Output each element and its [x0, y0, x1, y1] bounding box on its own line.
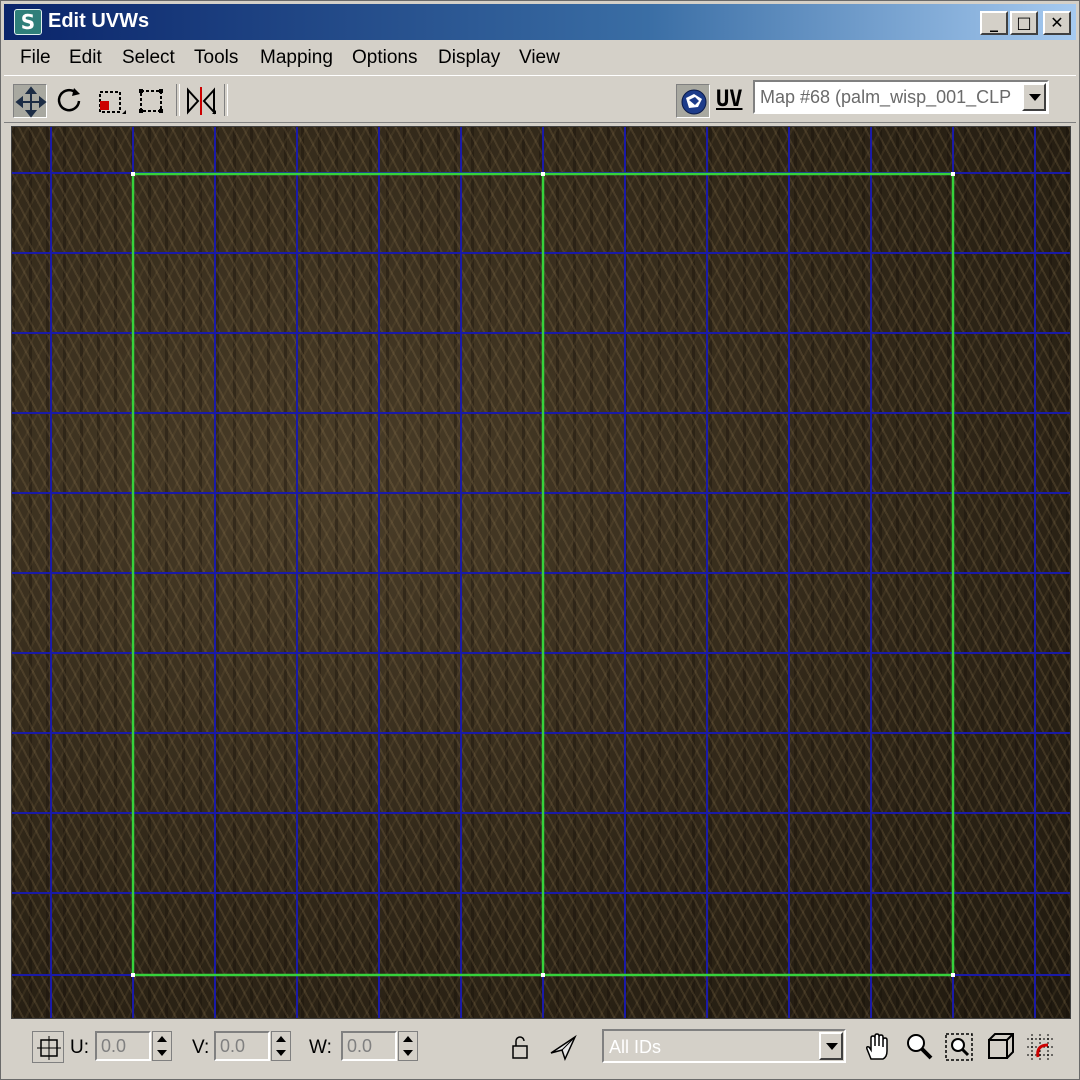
close-button[interactable]: ✕ [1043, 11, 1071, 35]
v-value: 0.0 [220, 1036, 246, 1056]
menu-file[interactable]: File [20, 47, 51, 69]
u-value: 0.0 [101, 1036, 127, 1056]
v-field[interactable]: 0.0 [214, 1031, 270, 1061]
w-spinner[interactable] [398, 1031, 418, 1061]
w-label: W: [309, 1037, 332, 1058]
menu-mapping[interactable]: Mapping [260, 47, 333, 69]
uv-viewport[interactable] [11, 126, 1071, 1019]
menu-tools[interactable]: Tools [194, 47, 238, 69]
window-title: Edit UVWs [48, 10, 150, 32]
edit-uvws-window: S Edit UVWs _ □ ✕ File Edit Select Tools… [0, 0, 1080, 1080]
title-bar[interactable]: S Edit UVWs _ □ ✕ [4, 4, 1076, 40]
freeform-icon[interactable] [134, 84, 168, 118]
zoom-extents-icon[interactable] [984, 1031, 1016, 1063]
grid-snap-icon[interactable] [1024, 1031, 1056, 1063]
u-spinner[interactable] [152, 1031, 172, 1061]
v-label: V: [192, 1037, 210, 1058]
menu-view[interactable]: View [519, 47, 560, 69]
zoom-region-icon[interactable] [943, 1031, 975, 1063]
u-field[interactable]: 0.0 [95, 1031, 151, 1061]
show-map-icon[interactable] [676, 84, 710, 118]
w-field[interactable]: 0.0 [341, 1031, 397, 1061]
status-bar: U: 0.0 V: 0.0 W: 0.0 All IDs [4, 1021, 1076, 1077]
chevron-down-icon[interactable] [1022, 83, 1046, 111]
w-value: 0.0 [347, 1036, 373, 1056]
map-dropdown-value: Map #68 (palm_wisp_001_CLP [760, 87, 1012, 107]
v-spinner[interactable] [271, 1031, 291, 1061]
absolute-offset-icon[interactable] [32, 1031, 64, 1063]
menu-edit[interactable]: Edit [69, 47, 102, 69]
mirror-icon[interactable] [184, 84, 218, 118]
id-filter-value: All IDs [609, 1037, 662, 1057]
grid-lines [12, 127, 1070, 1018]
maximize-button[interactable]: □ [1010, 11, 1038, 35]
map-dropdown[interactable]: Map #68 (palm_wisp_001_CLP [753, 80, 1049, 114]
menu-select[interactable]: Select [122, 47, 175, 69]
menu-bar: File Edit Select Tools Mapping Options D… [4, 43, 1076, 73]
soft-select-icon[interactable] [547, 1031, 579, 1063]
app-icon: S [14, 9, 42, 35]
uv-grid-overlay [12, 127, 1070, 1018]
minimize-button[interactable]: _ [980, 11, 1008, 35]
lock-icon[interactable] [504, 1031, 536, 1063]
uv-selection-outline [131, 172, 955, 977]
u-label: U: [70, 1037, 89, 1058]
rotate-icon[interactable] [52, 84, 86, 118]
chevron-down-icon[interactable] [819, 1032, 843, 1060]
uv-axis-button[interactable]: UV [716, 84, 750, 118]
pan-icon[interactable] [861, 1031, 893, 1063]
zoom-icon[interactable] [903, 1031, 935, 1063]
move-icon[interactable] [13, 84, 47, 118]
scale-icon[interactable] [94, 84, 128, 118]
id-filter-dropdown[interactable]: All IDs [602, 1029, 846, 1063]
menu-display[interactable]: Display [438, 47, 500, 69]
menu-options[interactable]: Options [352, 47, 417, 69]
